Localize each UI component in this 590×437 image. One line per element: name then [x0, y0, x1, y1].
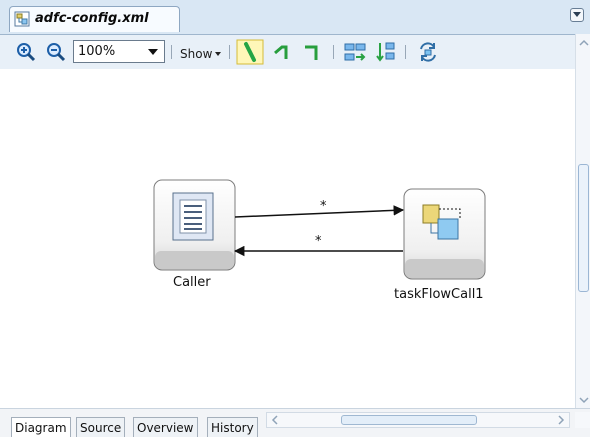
task-flow-call-node-label: taskFlowCall1 [394, 287, 484, 302]
edge-label: * [320, 199, 327, 214]
document-tab-adfc-config[interactable]: adfc-config.xml [9, 6, 180, 32]
tab-list-dropdown-button[interactable] [570, 8, 584, 22]
diagram-canvas[interactable]: * * Caller taskFlowCall1 [0, 69, 575, 408]
horizontal-scroll-thumb[interactable] [341, 415, 477, 425]
refresh-icon[interactable] [416, 41, 440, 63]
zoom-level-value: 100% [78, 44, 116, 59]
diagram-edges [153, 179, 486, 280]
scroll-left-icon[interactable] [270, 415, 280, 425]
diagram-toolbar: 100% Show [0, 35, 575, 70]
toolbar-separator [333, 45, 334, 59]
straight-route-icon[interactable] [236, 39, 264, 65]
tab-diagram[interactable]: Diagram [11, 417, 71, 437]
zoom-out-icon[interactable] [45, 41, 67, 63]
show-menu-chevron-icon [215, 52, 221, 56]
tab-overview[interactable]: Overview [133, 417, 198, 437]
scroll-up-icon[interactable] [579, 38, 589, 48]
zoom-in-icon[interactable] [15, 41, 37, 63]
scroll-right-icon[interactable] [556, 415, 566, 425]
edge-label: * [315, 234, 322, 249]
vertical-scrollbar[interactable] [575, 34, 590, 408]
task-flow-call-node[interactable] [403, 188, 486, 280]
caller-node[interactable] [153, 179, 236, 271]
scroll-down-icon[interactable] [579, 395, 589, 405]
scroll-corner [575, 412, 590, 428]
align-icon[interactable] [374, 41, 398, 63]
toolbar-separator [171, 45, 172, 59]
chevron-down-icon [148, 49, 158, 55]
toolbar-separator [229, 45, 230, 59]
caller-to-task-flow-edge[interactable] [234, 205, 405, 218]
show-menu-button[interactable]: Show [180, 47, 212, 61]
layout-icon[interactable] [343, 41, 367, 63]
horizontal-scrollbar[interactable] [266, 412, 570, 428]
caller-node-label: Caller [173, 275, 211, 290]
elbow-route-icon[interactable] [272, 41, 294, 63]
xml-file-icon [14, 11, 30, 27]
orthogonal-route-icon[interactable] [301, 41, 323, 63]
zoom-level-select[interactable]: 100% [73, 40, 165, 63]
tab-source[interactable]: Source [76, 417, 126, 437]
document-tab-title: adfc-config.xml [35, 11, 149, 26]
editor-tab-strip: adfc-config.xml [0, 0, 590, 35]
toolbar-separator [405, 45, 406, 59]
tab-history[interactable]: History [207, 417, 258, 437]
vertical-scroll-thumb[interactable] [578, 164, 589, 292]
